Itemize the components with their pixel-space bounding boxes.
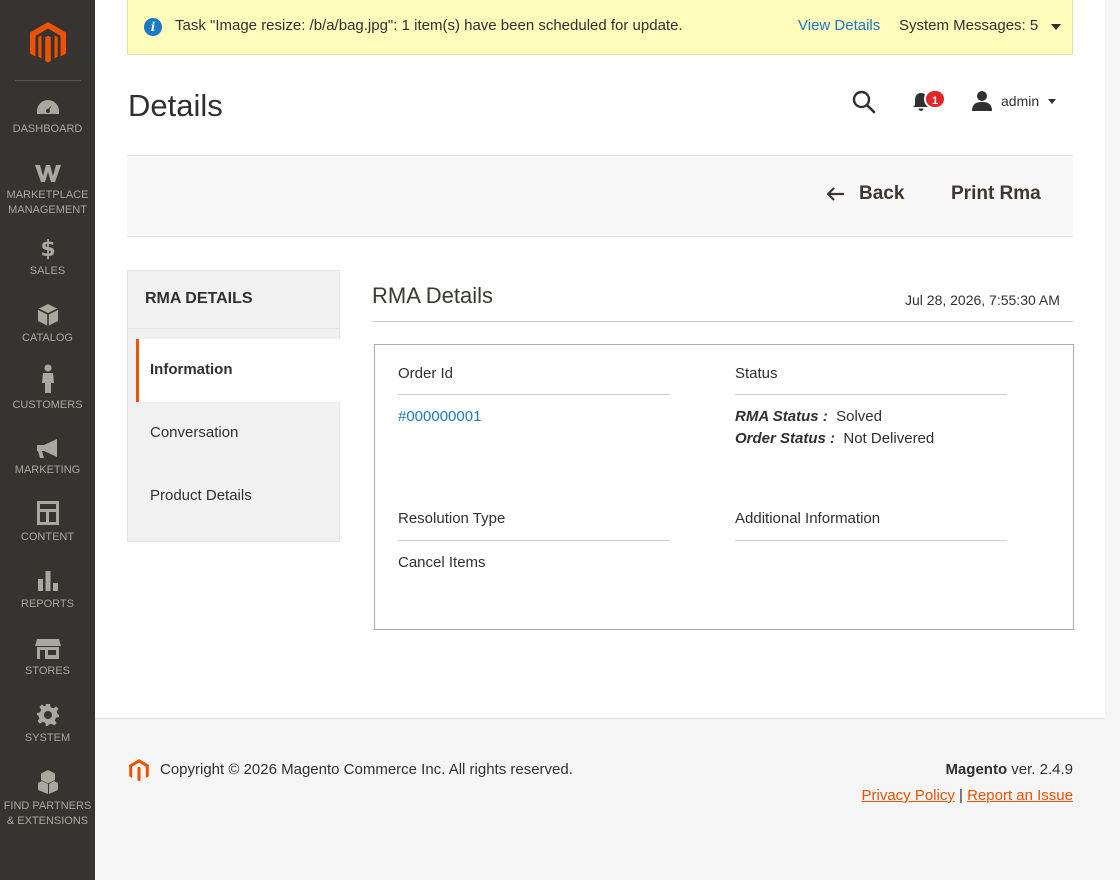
sidebar-item-label: DASHBOARD xyxy=(12,123,83,135)
search-icon[interactable] xyxy=(852,90,876,114)
order-id-link[interactable]: #000000001 xyxy=(398,408,481,425)
system-messages-count[interactable]: System Messages: 5 xyxy=(899,17,1038,34)
resolution-type-title: Resolution Type xyxy=(398,510,506,527)
person-icon xyxy=(41,364,54,393)
system-message-text: Task "Image resize: /b/a/bag.jpg": 1 ite… xyxy=(175,17,683,34)
megaphone-icon xyxy=(36,439,57,458)
sidebar-divider xyxy=(14,80,81,81)
sidebar-item-system[interactable]: SYSTEM xyxy=(0,703,95,746)
order-status-key: Order Status : xyxy=(735,430,836,447)
magento-logo-icon[interactable] xyxy=(28,20,68,64)
sidebar-item-label: STORES xyxy=(24,665,71,677)
section-divider xyxy=(372,321,1073,322)
order-status-row: Order Status : Not Delivered xyxy=(735,430,934,447)
svg-text:$: $ xyxy=(40,237,55,260)
rma-date: Jul 28, 2026, 7:55:30 AM xyxy=(905,292,1060,308)
field-divider xyxy=(398,540,670,541)
rma-status-row: RMA Status : Solved xyxy=(735,408,882,425)
sidebar-item-label: SALES xyxy=(29,265,66,277)
sidebar-item-label: MARKETING xyxy=(14,464,81,476)
footer-links: Privacy Policy | Report an Issue xyxy=(861,787,1073,804)
copyright-text: Copyright © 2026 Magento Commerce Inc. A… xyxy=(160,761,573,778)
bar-chart-icon xyxy=(37,571,58,591)
sidebar-item-catalog[interactable]: CATALOG xyxy=(0,303,95,346)
status-title: Status xyxy=(735,365,778,382)
sidebar-item-content[interactable]: CONTENT xyxy=(0,500,95,545)
page-actions-bar: Back Print Rma xyxy=(127,155,1073,237)
sidebar-item-label: FIND PARTNERS & EXTENSIONS xyxy=(3,800,92,827)
page-title: Details xyxy=(128,88,223,123)
sidebar-item-reports[interactable]: REPORTS xyxy=(0,569,95,612)
marketplace-icon xyxy=(34,165,61,182)
rma-tabs: RMA DETAILS Information Conversation Pro… xyxy=(127,270,340,542)
admin-user-menu[interactable]: admin xyxy=(1001,93,1039,109)
report-issue-link[interactable]: Report an Issue xyxy=(967,787,1073,804)
tab-information[interactable]: Information xyxy=(136,339,340,402)
tabs-title: RMA DETAILS xyxy=(128,271,339,329)
magento-logo-icon xyxy=(129,759,149,782)
section-title: RMA Details xyxy=(372,283,494,308)
version-info: Magento ver. 2.4.9 xyxy=(945,761,1073,778)
order-status-value: Not Delivered xyxy=(843,430,935,447)
sidebar-item-stores[interactable]: STORES xyxy=(0,638,95,679)
sidebar-item-label: SYSTEM xyxy=(24,732,71,744)
user-icon[interactable] xyxy=(971,90,993,112)
field-divider xyxy=(735,540,1007,541)
sidebar-item-label: REPORTS xyxy=(21,598,74,610)
rma-status-value: Solved xyxy=(836,408,882,425)
dashboard-icon xyxy=(36,100,59,114)
chevron-down-icon[interactable] xyxy=(1048,99,1056,104)
tab-conversation[interactable]: Conversation xyxy=(136,402,340,465)
sidebar-item-label: CUSTOMERS xyxy=(12,399,83,411)
privacy-policy-link[interactable]: Privacy Policy xyxy=(861,787,954,804)
chevron-down-icon[interactable] xyxy=(1051,24,1061,30)
dollar-icon: $ xyxy=(40,237,55,260)
print-rma-button[interactable]: Print Rma xyxy=(951,183,1041,205)
sidebar-item-find-partners[interactable]: FIND PARTNERS & EXTENSIONS xyxy=(0,769,95,829)
notification-count-badge[interactable]: 1 xyxy=(924,89,946,109)
field-divider xyxy=(398,394,670,395)
footer-separator: | xyxy=(959,787,963,804)
view-details-link[interactable]: View Details xyxy=(798,17,880,34)
cube-icon xyxy=(37,304,58,326)
system-message-bar: i Task "Image resize: /b/a/bag.jpg": 1 i… xyxy=(127,0,1073,55)
store-icon xyxy=(34,639,61,659)
sidebar-item-customers[interactable]: CUSTOMERS xyxy=(0,364,95,413)
info-icon: i xyxy=(144,18,162,36)
boxes-icon xyxy=(37,770,58,794)
sidebar-item-label: CATALOG xyxy=(22,332,73,344)
rma-detail-panel: Order Id #000000001 Status RMA Status : … xyxy=(374,344,1074,630)
additional-info-title: Additional Information xyxy=(735,510,881,527)
arrow-left-icon xyxy=(827,187,844,201)
sidebar-item-sales[interactable]: $ SALES xyxy=(0,236,95,279)
gear-icon xyxy=(36,704,59,726)
layout-icon xyxy=(36,501,59,525)
sidebar-item-label: MARKETPLACE MANAGEMENT xyxy=(6,189,89,216)
page-footer: Copyright © 2026 Magento Commerce Inc. A… xyxy=(95,718,1105,880)
version-number: ver. 2.4.9 xyxy=(1011,761,1073,778)
field-divider xyxy=(735,394,1007,395)
back-button-label: Back xyxy=(859,183,905,204)
sidebar-item-dashboard[interactable]: DASHBOARD xyxy=(0,98,95,137)
order-id-title: Order Id xyxy=(398,365,454,382)
sidebar-item-marketing[interactable]: MARKETING xyxy=(0,437,95,478)
back-button[interactable]: Back xyxy=(827,183,904,205)
sidebar-item-label: CONTENT xyxy=(20,531,75,543)
rma-status-key: RMA Status : xyxy=(735,408,828,425)
main-content: i Task "Image resize: /b/a/bag.jpg": 1 i… xyxy=(95,0,1105,718)
resolution-type-value: Cancel Items xyxy=(398,554,486,571)
sidebar-item-marketplace-management[interactable]: MARKETPLACE MANAGEMENT xyxy=(0,162,95,218)
tab-product-details[interactable]: Product Details xyxy=(136,465,340,528)
brand-name: Magento xyxy=(945,761,1008,778)
admin-sidebar: DASHBOARD MARKETPLACE MANAGEMENT $ SALES… xyxy=(0,0,95,880)
